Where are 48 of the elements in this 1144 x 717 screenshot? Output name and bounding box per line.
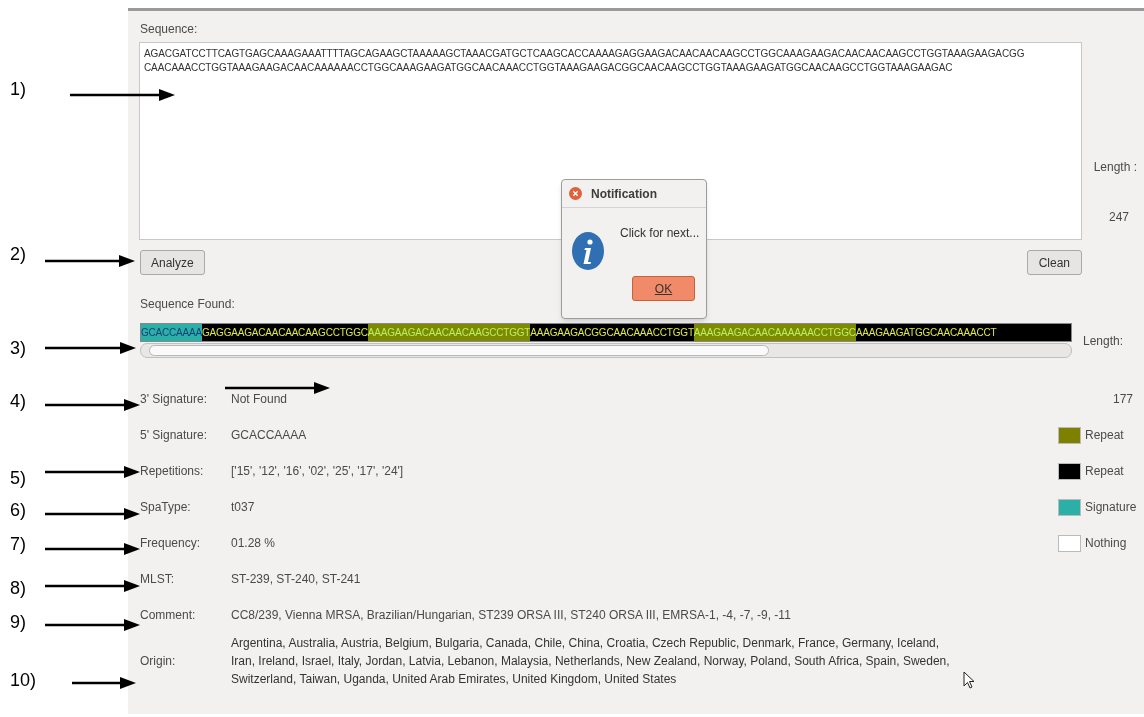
annotation-number: 3) (10, 337, 26, 360)
legend-label: Nothing (1085, 535, 1127, 552)
dialog-title: Notification (591, 185, 657, 203)
field-label: 5' Signature: (140, 427, 208, 444)
length-label: Length : (1093, 159, 1137, 176)
field-label: Frequency: (140, 535, 202, 552)
annotation-number: 6) (10, 499, 26, 522)
sequence-segment: GCACCAAAA (141, 324, 202, 341)
horizontal-scrollbar[interactable] (140, 343, 1072, 358)
annotation-number: 10) (10, 669, 36, 692)
analyze-button[interactable]: Analyze (140, 250, 205, 275)
annotation-number: 2) (10, 243, 26, 266)
length-label: Length: (1083, 333, 1124, 350)
field-value: ['15', '12', '16', '02', '25', '17', '24'] (231, 463, 404, 480)
field-label: Origin: (140, 653, 177, 670)
field-label: Comment: (140, 607, 197, 624)
annotation-number: 7) (10, 533, 26, 556)
legend-label: Repeat (1085, 427, 1124, 444)
annotation-number: 5) (10, 467, 26, 490)
dialog-message: Click for next... (620, 225, 700, 242)
field-label: 3' Signature: (140, 391, 208, 408)
sequence-label: Sequence: (140, 22, 198, 36)
annotation-number: 1) (10, 78, 26, 101)
length-value: 247 (1108, 209, 1129, 226)
field-value: CC8/239, Vienna MRSA, Brazilian/Hungarian, ST239 ORSA III, ST240 ORSA III, EMRSA-1, -4, -7, -9, -11 (231, 607, 791, 624)
field-label: MLST: (140, 571, 175, 588)
annotation-number: 9) (10, 611, 26, 634)
field-label: Repetitions: (140, 463, 205, 480)
annotation-arrow (72, 676, 136, 690)
field-value: ST-239, ST-240, ST-241 (231, 571, 361, 588)
field-label: SpaType: (140, 499, 192, 516)
field-value: Argentina, Australia, Austria, Belgium, Bulgaria, Canada, Chile, China, Croatia, Czech Republic, Denmark, France, Germany, Iceland, Iran, Ireland, Israel, Italy, Jordan, Latvia, Lebanon, Malaysia, Netherlands, New Zealand, Norway, Poland, South Africa, Spain, Sweden, Switzerland, Taiwan, Uganda, United Arab Emirates, United Kingdom, United States (231, 635, 951, 688)
annotation-number: 4) (10, 390, 26, 413)
field-value: GCACCAAAA (231, 427, 307, 444)
clean-button[interactable]: Clean (1026, 250, 1082, 275)
sequence-found-label: Sequence Found: (140, 297, 235, 311)
field-value: Not Found (231, 391, 288, 408)
field-value: 01.28 % (231, 535, 276, 552)
legend-label: Repeat (1085, 463, 1124, 480)
scroll-thumb[interactable] (149, 345, 769, 356)
length-value: 177 (1113, 391, 1133, 408)
field-value: t037 (231, 499, 255, 516)
legend-label: Signature (1085, 499, 1137, 516)
close-icon[interactable] (569, 187, 582, 200)
info-icon (572, 232, 604, 270)
mouse-pointer-icon (963, 671, 975, 689)
ok-button[interactable]: OK (632, 276, 695, 301)
annotation-number: 8) (10, 577, 26, 600)
